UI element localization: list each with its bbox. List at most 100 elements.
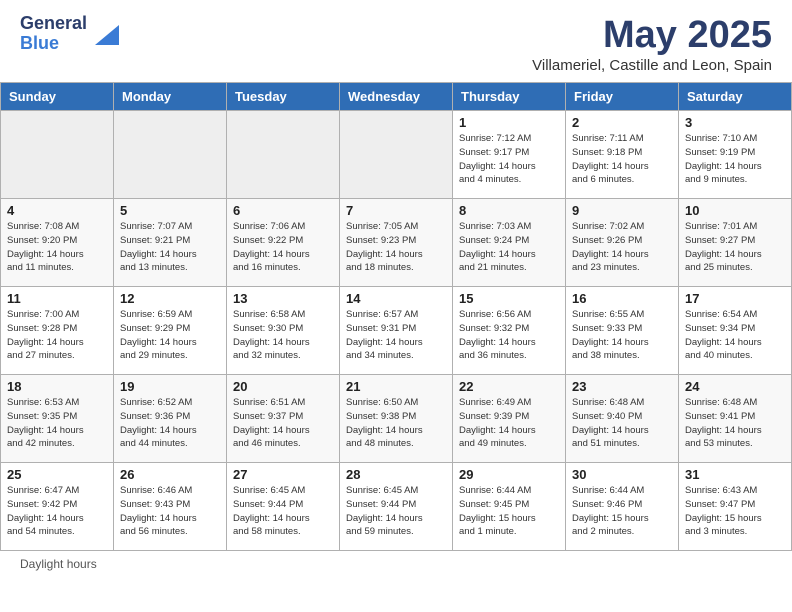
- day-cell: 24 Sunrise: 6:48 AM Sunset: 9:41 PM Dayli…: [679, 375, 792, 463]
- calendar-table: Sunday Monday Tuesday Wednesday Thursday…: [0, 82, 792, 551]
- day-number: 22: [459, 379, 559, 394]
- day-cell: 30 Sunrise: 6:44 AM Sunset: 9:46 PM Dayli…: [566, 463, 679, 551]
- calendar-week-row: 11 Sunrise: 7:00 AM Sunset: 9:28 PM Dayli…: [1, 287, 792, 375]
- day-info: Sunrise: 6:45 AM Sunset: 9:44 PM Dayligh…: [346, 484, 446, 539]
- day-number: 23: [572, 379, 672, 394]
- page-header: General Blue May 2025 Villameriel, Casti…: [0, 0, 792, 82]
- day-info: Sunrise: 7:11 AM Sunset: 9:18 PM Dayligh…: [572, 132, 672, 187]
- day-cell: 15Sunrise: 6:56 AM Sunset: 9:32 PM Dayli…: [453, 287, 566, 375]
- header-sunday: Sunday: [1, 83, 114, 111]
- day-number: 28: [346, 467, 446, 482]
- calendar-week-row: 25 Sunrise: 6:47 AM Sunset: 9:42 PM Dayli…: [1, 463, 792, 551]
- day-number: 24: [685, 379, 785, 394]
- title-area: May 2025 Villameriel, Castille and Leon,…: [532, 14, 772, 74]
- day-number: 2: [572, 115, 672, 130]
- day-number: 3: [685, 115, 785, 130]
- day-cell: 22 Sunrise: 6:49 AM Sunset: 9:39 PM Dayli…: [453, 375, 566, 463]
- day-number: 13: [233, 291, 333, 306]
- day-number: 26: [120, 467, 220, 482]
- day-cell: 12Sunrise: 6:59 AM Sunset: 9:29 PM Dayli…: [114, 287, 227, 375]
- header-tuesday: Tuesday: [227, 83, 340, 111]
- day-info: Sunrise: 6:50 AM Sunset: 9:38 PM Dayligh…: [346, 396, 446, 451]
- day-info: Sunrise: 7:03 AM Sunset: 9:24 PM Dayligh…: [459, 220, 559, 275]
- day-cell: 18 Sunrise: 6:53 AM Sunset: 9:35 PM Dayli…: [1, 375, 114, 463]
- day-info: Sunrise: 6:49 AM Sunset: 9:39 PM Dayligh…: [459, 396, 559, 451]
- header-friday: Friday: [566, 83, 679, 111]
- day-info: Sunrise: 6:44 AM Sunset: 9:46 PM Dayligh…: [572, 484, 672, 539]
- header-monday: Monday: [114, 83, 227, 111]
- day-cell: [114, 111, 227, 199]
- day-number: 1: [459, 115, 559, 130]
- day-cell: [1, 111, 114, 199]
- day-cell: 13 Sunrise: 6:58 AM Sunset: 9:30 PM Dayli…: [227, 287, 340, 375]
- day-info: Sunrise: 6:52 AM Sunset: 9:36 PM Dayligh…: [120, 396, 220, 451]
- footer: Daylight hours: [0, 551, 792, 577]
- footer-text: Daylight hours: [20, 557, 97, 571]
- header-saturday: Saturday: [679, 83, 792, 111]
- day-number: 7: [346, 203, 446, 218]
- day-info: Sunrise: 6:48 AM Sunset: 9:40 PM Dayligh…: [572, 396, 672, 451]
- day-cell: 21 Sunrise: 6:50 AM Sunset: 9:38 PM Dayli…: [340, 375, 453, 463]
- day-number: 18: [7, 379, 107, 394]
- days-header-row: Sunday Monday Tuesday Wednesday Thursday…: [1, 83, 792, 111]
- day-number: 29: [459, 467, 559, 482]
- logo-general: General: [20, 14, 87, 34]
- day-number: 14: [346, 291, 446, 306]
- day-info: Sunrise: 6:53 AM Sunset: 9:35 PM Dayligh…: [7, 396, 107, 451]
- day-info: Sunrise: 7:00 AM Sunset: 9:28 PM Dayligh…: [7, 308, 107, 363]
- day-number: 19: [120, 379, 220, 394]
- day-cell: 8 Sunrise: 7:03 AM Sunset: 9:24 PM Daylig…: [453, 199, 566, 287]
- day-cell: 2 Sunrise: 7:11 AM Sunset: 9:18 PM Daylig…: [566, 111, 679, 199]
- header-wednesday: Wednesday: [340, 83, 453, 111]
- day-cell: 16 Sunrise: 6:55 AM Sunset: 9:33 PM Dayli…: [566, 287, 679, 375]
- day-info: Sunrise: 6:57 AM Sunset: 9:31 PM Dayligh…: [346, 308, 446, 363]
- day-cell: 14 Sunrise: 6:57 AM Sunset: 9:31 PM Dayli…: [340, 287, 453, 375]
- day-info: Sunrise: 6:46 AM Sunset: 9:43 PM Dayligh…: [120, 484, 220, 539]
- day-info: Sunrise: 6:48 AM Sunset: 9:41 PM Dayligh…: [685, 396, 785, 451]
- day-cell: 28 Sunrise: 6:45 AM Sunset: 9:44 PM Dayli…: [340, 463, 453, 551]
- logo-text: General Blue: [20, 14, 87, 54]
- day-info: Sunrise: 7:08 AM Sunset: 9:20 PM Dayligh…: [7, 220, 107, 275]
- day-cell: 3Sunrise: 7:10 AM Sunset: 9:19 PM Daylig…: [679, 111, 792, 199]
- day-cell: 19 Sunrise: 6:52 AM Sunset: 9:36 PM Dayli…: [114, 375, 227, 463]
- day-info: Sunrise: 7:07 AM Sunset: 9:21 PM Dayligh…: [120, 220, 220, 275]
- day-info: Sunrise: 6:47 AM Sunset: 9:42 PM Dayligh…: [7, 484, 107, 539]
- day-cell: 29Sunrise: 6:44 AM Sunset: 9:45 PM Dayli…: [453, 463, 566, 551]
- day-number: 27: [233, 467, 333, 482]
- day-number: 30: [572, 467, 672, 482]
- day-number: 16: [572, 291, 672, 306]
- day-cell: 1 Sunrise: 7:12 AM Sunset: 9:17 PM Daylig…: [453, 111, 566, 199]
- day-number: 20: [233, 379, 333, 394]
- day-number: 10: [685, 203, 785, 218]
- day-number: 25: [7, 467, 107, 482]
- day-info: Sunrise: 6:55 AM Sunset: 9:33 PM Dayligh…: [572, 308, 672, 363]
- day-number: 17: [685, 291, 785, 306]
- calendar-week-row: 4 Sunrise: 7:08 AM Sunset: 9:20 PM Daylig…: [1, 199, 792, 287]
- day-info: Sunrise: 6:59 AM Sunset: 9:29 PM Dayligh…: [120, 308, 220, 363]
- day-number: 6: [233, 203, 333, 218]
- day-number: 4: [7, 203, 107, 218]
- day-number: 21: [346, 379, 446, 394]
- day-cell: 10 Sunrise: 7:01 AM Sunset: 9:27 PM Dayli…: [679, 199, 792, 287]
- day-info: Sunrise: 6:45 AM Sunset: 9:44 PM Dayligh…: [233, 484, 333, 539]
- day-info: Sunrise: 6:51 AM Sunset: 9:37 PM Dayligh…: [233, 396, 333, 451]
- day-info: Sunrise: 7:12 AM Sunset: 9:17 PM Dayligh…: [459, 132, 559, 187]
- day-info: Sunrise: 6:58 AM Sunset: 9:30 PM Dayligh…: [233, 308, 333, 363]
- day-cell: [340, 111, 453, 199]
- day-cell: [227, 111, 340, 199]
- day-cell: 26 Sunrise: 6:46 AM Sunset: 9:43 PM Dayli…: [114, 463, 227, 551]
- logo: General Blue: [20, 14, 121, 54]
- calendar-week-row: 18 Sunrise: 6:53 AM Sunset: 9:35 PM Dayli…: [1, 375, 792, 463]
- main-title: May 2025: [532, 14, 772, 57]
- logo-icon: [91, 17, 121, 47]
- day-cell: 17Sunrise: 6:54 AM Sunset: 9:34 PM Dayli…: [679, 287, 792, 375]
- day-number: 5: [120, 203, 220, 218]
- day-number: 9: [572, 203, 672, 218]
- day-cell: 11 Sunrise: 7:00 AM Sunset: 9:28 PM Dayli…: [1, 287, 114, 375]
- day-number: 8: [459, 203, 559, 218]
- day-cell: 5 Sunrise: 7:07 AM Sunset: 9:21 PM Daylig…: [114, 199, 227, 287]
- day-cell: 25 Sunrise: 6:47 AM Sunset: 9:42 PM Dayli…: [1, 463, 114, 551]
- day-info: Sunrise: 7:05 AM Sunset: 9:23 PM Dayligh…: [346, 220, 446, 275]
- day-number: 11: [7, 291, 107, 306]
- day-info: Sunrise: 7:01 AM Sunset: 9:27 PM Dayligh…: [685, 220, 785, 275]
